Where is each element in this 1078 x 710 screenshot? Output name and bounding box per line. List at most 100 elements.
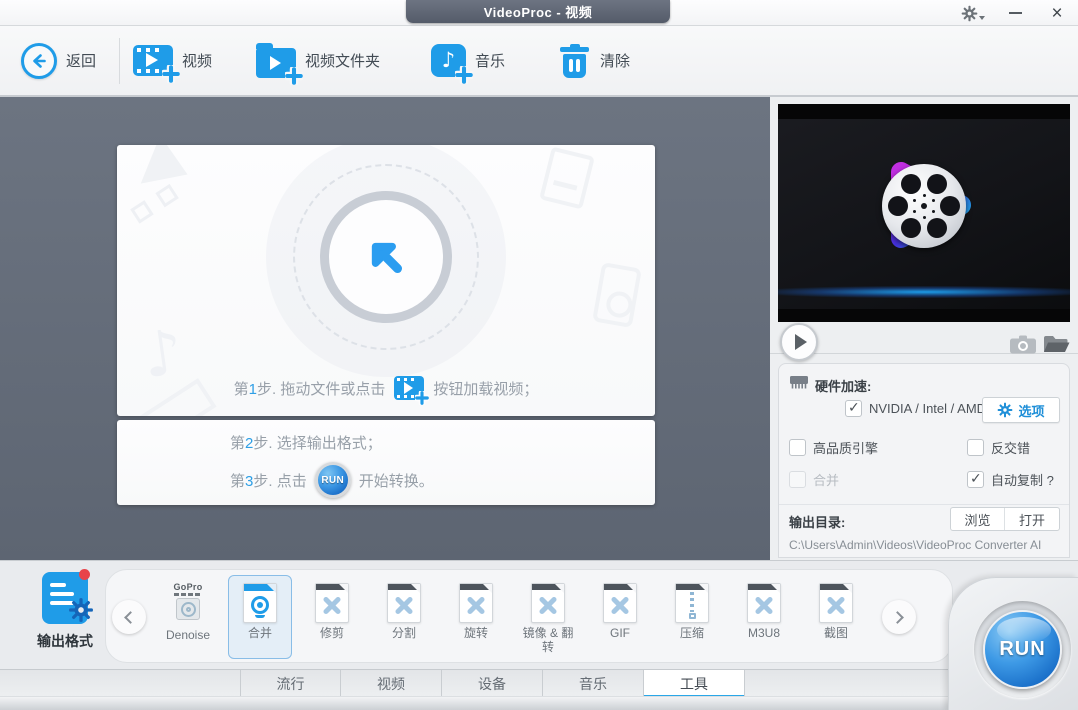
scroll-right-button[interactable]: [882, 600, 916, 634]
chevron-left-icon: [124, 610, 137, 624]
add-music-button[interactable]: ♪ 音乐: [431, 26, 505, 95]
preview-play-button[interactable]: [780, 323, 818, 361]
tool-merge[interactable]: 合并: [228, 575, 292, 659]
gear-icon: [961, 5, 985, 22]
window-bottom-edge: [0, 696, 1078, 710]
trim-icon: [315, 583, 349, 623]
open-button[interactable]: 打开: [1005, 508, 1059, 530]
tool-split[interactable]: 分割: [372, 575, 436, 659]
tool-rotate[interactable]: 旋转: [444, 575, 508, 659]
tool-snapshot[interactable]: 截图: [804, 575, 868, 659]
minimize-button[interactable]: [1004, 2, 1026, 24]
add-video-icon: [133, 45, 180, 83]
gif-icon: [603, 583, 637, 623]
add-video-folder-button[interactable]: 视频文件夹: [256, 26, 380, 95]
video-preview: [778, 104, 1070, 322]
snapshot-tool-icon: [819, 583, 853, 623]
merge-icon: [243, 583, 277, 623]
add-music-icon: ♪: [431, 44, 473, 84]
drop-zone[interactable]: ♪ 第1步. 拖动文件或点击 按钮加载视频；: [117, 145, 655, 416]
hardware-settings-card: 硬件加速: NVIDIA / Intel / AMD: [778, 363, 1070, 558]
gpu-label: NVIDIA / Intel / AMD: [869, 401, 987, 416]
toolbar-separator: [119, 38, 120, 84]
play-icon: [795, 334, 807, 350]
watermark-play-triangle: [140, 145, 198, 199]
drop-target-circle[interactable]: [266, 145, 506, 377]
output-format-label: 输出格式: [37, 633, 93, 649]
mirror-flip-icon: [531, 583, 565, 623]
back-arrow-icon: [21, 42, 57, 79]
video-button-inline-icon: [394, 376, 430, 405]
window-title: VideoProc - 视频: [406, 0, 670, 23]
title-bar: VideoProc - 视频 ×: [0, 0, 1078, 26]
run-button-ring: RUN: [974, 601, 1071, 698]
notification-dot: [79, 569, 90, 580]
back-button[interactable]: 返回: [21, 26, 96, 95]
snapshot-camera-icon[interactable]: [1010, 335, 1036, 359]
rotate-icon: [459, 583, 493, 623]
run-button[interactable]: RUN: [983, 610, 1062, 689]
compress-zip-icon: [675, 583, 709, 623]
tool-denoise[interactable]: GoPro Denoise: [156, 575, 220, 659]
minimize-icon: [1008, 12, 1022, 14]
gpu-checkbox[interactable]: [845, 399, 862, 417]
tab-music[interactable]: 音乐: [543, 670, 644, 698]
step2-instruction: 第2步. 选择输出格式；: [230, 435, 382, 452]
cursor-arrow-icon: [371, 242, 403, 274]
caret-down-icon: [979, 15, 985, 20]
hardware-accel-title: 硬件加速:: [815, 378, 872, 394]
settings-menu-button[interactable]: [961, 2, 985, 24]
step1-instruction: 第1步. 拖动文件或点击 按钮加载视频；: [117, 376, 655, 405]
hq-engine-label: 高品质引擎: [813, 441, 879, 456]
browse-button[interactable]: 浏览: [951, 508, 1005, 530]
tool-compress[interactable]: 压缩: [660, 575, 724, 659]
tool-gif[interactable]: GIF: [588, 575, 652, 659]
tab-popular[interactable]: 流行: [240, 670, 341, 698]
workspace-background: ♪ 第1步. 拖动文件或点击 按钮加载视频； 第2步. 选择输出格式； 第3步.…: [0, 97, 770, 560]
output-format-button[interactable]: 输出格式: [20, 569, 110, 651]
tool-mirror-flip[interactable]: 镜像 & 翻转: [516, 575, 580, 659]
auto-copy-label: 自动复制 ?: [991, 473, 1054, 488]
category-tab-bar: 流行 视频 设备 音乐 工具: [0, 669, 1078, 698]
merge-checkbox: [789, 471, 806, 488]
close-button[interactable]: ×: [1046, 2, 1068, 24]
tool-m3u8[interactable]: M3U8: [732, 575, 796, 659]
film-reel-icon: [882, 164, 966, 249]
options-button[interactable]: 选项: [982, 397, 1060, 423]
add-video-folder-label: 视频文件夹: [305, 53, 381, 70]
back-label: 返回: [66, 53, 97, 70]
bottom-panel: 输出格式 GoPro Denoise 合并 修剪 分割 旋转 镜像 & 翻转 G…: [0, 560, 1078, 710]
close-icon: ×: [1051, 2, 1063, 24]
scroll-left-button[interactable]: [112, 600, 146, 634]
run-button-inline-icon: RUN: [314, 462, 351, 498]
watermark-ipod: [592, 261, 642, 329]
deinterlace-label: 反交错: [991, 441, 1031, 456]
options-label: 选项: [1018, 403, 1045, 419]
preview-glow: [778, 286, 1070, 298]
trash-icon: [558, 43, 591, 79]
right-panel: 硬件加速: NVIDIA / Intel / AMD: [770, 97, 1078, 560]
clear-button[interactable]: 清除: [558, 26, 630, 95]
deinterlace-checkbox[interactable]: [967, 439, 984, 456]
output-dir-label: 输出目录:: [789, 515, 846, 530]
gopro-icon: GoPro: [166, 583, 210, 625]
tool-trim[interactable]: 修剪: [300, 575, 364, 659]
videoproc-logo: [864, 146, 984, 266]
chip-icon: [789, 375, 809, 395]
output-format-icon: [42, 569, 93, 624]
tab-video[interactable]: 视频: [341, 670, 442, 698]
merge-label: 合并: [813, 473, 840, 488]
hq-engine-checkbox[interactable]: [789, 439, 806, 456]
watermark-video-file: [539, 146, 595, 210]
add-video-button[interactable]: 视频: [133, 26, 212, 95]
add-video-folder-icon: [256, 43, 303, 85]
options-gear-icon: [998, 402, 1013, 418]
auto-copy-checkbox[interactable]: [967, 470, 984, 488]
split-icon: [387, 583, 421, 623]
open-folder-icon[interactable]: [1042, 334, 1070, 359]
tools-tray: GoPro Denoise 合并 修剪 分割 旋转 镜像 & 翻转 GIF 压缩…: [105, 569, 953, 663]
tab-tools[interactable]: 工具: [644, 670, 745, 698]
tab-device[interactable]: 设备: [442, 670, 543, 698]
clear-label: 清除: [600, 53, 631, 70]
output-path: C:\Users\Admin\Videos\VideoProc Converte…: [789, 538, 1042, 552]
